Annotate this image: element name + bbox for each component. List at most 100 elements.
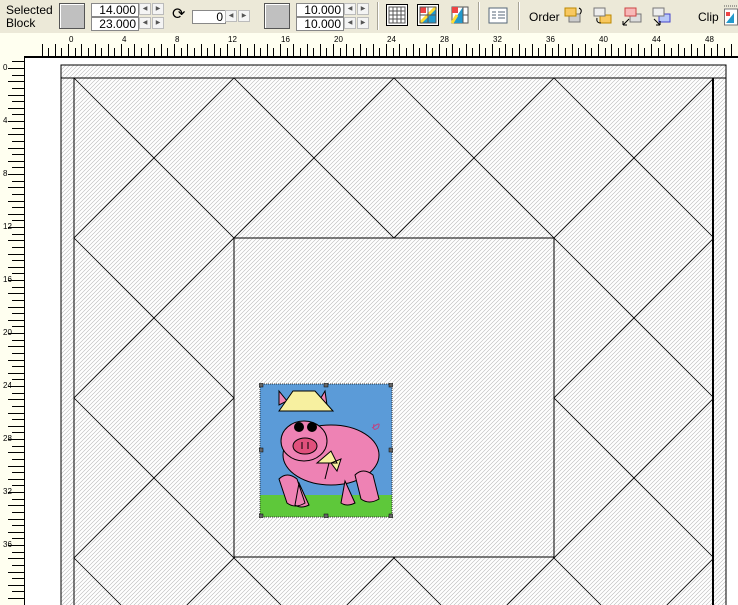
size-x-increment[interactable]: ▶ xyxy=(357,3,369,15)
ruler-tick xyxy=(8,518,24,520)
grid-icon[interactable] xyxy=(386,4,408,26)
ruler-label: 4 xyxy=(122,35,127,44)
pig-snout xyxy=(292,437,318,455)
ruler-tick xyxy=(12,392,24,394)
ruler-label: 28 xyxy=(440,35,449,44)
size-color-swatch[interactable] xyxy=(264,3,290,29)
ruler-tick xyxy=(8,121,24,122)
ruler-tick xyxy=(12,101,24,103)
ruler-tick xyxy=(8,240,24,242)
ruler-tick xyxy=(8,571,24,573)
ruler-label: 20 xyxy=(334,35,343,44)
block-color-swatch[interactable] xyxy=(59,3,85,29)
ruler-tick xyxy=(12,313,24,315)
pig-applique-block[interactable] xyxy=(259,383,393,518)
ruler-tick xyxy=(12,87,24,89)
ruler-tick xyxy=(8,584,24,586)
vertical-ruler[interactable]: 0 4 8 12 16 20 24 28 32 36 xyxy=(0,57,24,605)
separator xyxy=(518,2,520,30)
ruler-tick xyxy=(12,61,24,63)
ruler-tick xyxy=(12,485,24,487)
ruler-tick xyxy=(8,531,24,533)
ruler-tick xyxy=(12,114,24,116)
width-decrement[interactable]: ◀ xyxy=(139,3,151,15)
ruler-tick xyxy=(12,180,24,182)
width-increment[interactable]: ▶ xyxy=(152,3,164,15)
ruler-label: 24 xyxy=(387,35,396,44)
rotation-input[interactable]: 0 xyxy=(192,10,226,24)
ruler-tick xyxy=(12,352,24,354)
selected-label-line2: Block xyxy=(6,16,36,30)
ruler-tick xyxy=(8,412,24,414)
ruler-tick xyxy=(12,432,24,434)
quilt-canvas[interactable] xyxy=(24,57,738,605)
ruler-tick xyxy=(8,372,24,374)
ruler-tick xyxy=(12,419,24,421)
ruler-tick xyxy=(8,319,24,321)
rotate-icon: ⟳ xyxy=(172,6,186,23)
ruler-label: 20 xyxy=(3,328,12,337)
bring-forward-icon[interactable] xyxy=(563,5,585,27)
ruler-tick xyxy=(12,273,24,275)
separator xyxy=(478,2,480,30)
ruler-tick xyxy=(12,538,24,540)
ruler-tick xyxy=(12,366,24,368)
rotation-decrement[interactable]: ◀ xyxy=(225,10,237,22)
ruler-label: 36 xyxy=(3,540,12,549)
ruler-tick xyxy=(8,94,24,96)
ruler-tick xyxy=(8,266,24,268)
grid-colored-icon[interactable] xyxy=(417,4,439,26)
ruler-label: 32 xyxy=(493,35,502,44)
ruler-tick xyxy=(12,167,24,169)
ruler-tick xyxy=(8,558,24,560)
ruler-tick xyxy=(12,578,24,580)
ruler-tick xyxy=(12,154,24,156)
ruler-label: 12 xyxy=(3,222,12,231)
separator xyxy=(377,2,379,30)
ruler-tick xyxy=(12,260,24,262)
send-backward-icon[interactable] xyxy=(592,5,614,27)
ruler-label: 24 xyxy=(3,381,12,390)
height-increment[interactable]: ▶ xyxy=(152,17,164,29)
ruler-tick xyxy=(12,591,24,593)
send-to-back-icon[interactable] xyxy=(650,5,672,27)
size-y-increment[interactable]: ▶ xyxy=(357,17,369,29)
ruler-tick xyxy=(8,359,24,361)
size-x-input[interactable]: 10.000 xyxy=(296,3,344,17)
size-y-decrement[interactable]: ◀ xyxy=(344,17,356,29)
ruler-tick xyxy=(12,220,24,222)
height-input[interactable]: 23.000 xyxy=(91,17,139,31)
ruler-tick xyxy=(12,458,24,460)
ruler-tick xyxy=(8,68,24,69)
ruler-tick xyxy=(12,498,24,500)
ruler-label: 28 xyxy=(3,434,12,443)
block-colored-icon[interactable] xyxy=(449,4,471,26)
horizontal-ruler[interactable]: 0 4 8 12 16 20 24 28 32 36 40 44 48 xyxy=(0,33,738,57)
rotation-increment[interactable]: ▶ xyxy=(238,10,250,22)
ruler-tick xyxy=(12,127,24,129)
ruler-label: 4 xyxy=(3,116,8,125)
bring-to-front-icon[interactable] xyxy=(621,5,643,27)
clip-icon[interactable] xyxy=(724,4,738,26)
ruler-tick xyxy=(12,405,24,407)
ruler-label: 12 xyxy=(228,35,237,44)
ruler-tick xyxy=(8,107,24,109)
ruler-tick xyxy=(8,478,24,480)
ruler-label: 44 xyxy=(652,35,661,44)
ruler-tick xyxy=(8,160,24,162)
width-input[interactable]: 14.000 xyxy=(91,3,139,17)
size-x-decrement[interactable]: ◀ xyxy=(344,3,356,15)
ruler-tick xyxy=(8,174,24,175)
ruler-tick xyxy=(8,134,24,136)
ruler-tick xyxy=(8,452,24,454)
height-decrement[interactable]: ◀ xyxy=(139,17,151,29)
ruler-tick xyxy=(8,465,24,467)
size-y-input[interactable]: 10.000 xyxy=(296,17,344,31)
toolbar: Selected Block 14.000 ◀ ▶ 23.000 ◀ ▶ ⟳ 0 … xyxy=(0,0,738,34)
ruler-tick xyxy=(8,200,24,202)
properties-icon[interactable] xyxy=(487,5,509,27)
ruler-label: 36 xyxy=(546,35,555,44)
ruler-tick xyxy=(12,525,24,527)
ruler-tick xyxy=(12,207,24,209)
ruler-tick xyxy=(8,399,24,401)
